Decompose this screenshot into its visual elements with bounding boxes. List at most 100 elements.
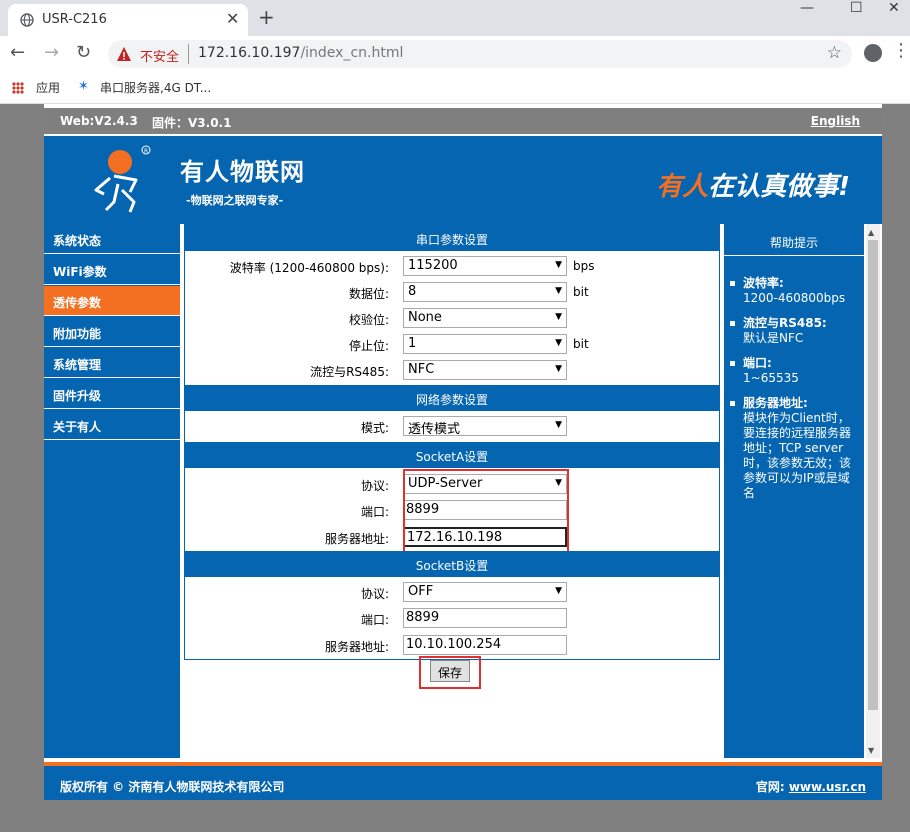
sidebar-item-system[interactable]: 系统管理 xyxy=(44,348,180,378)
stopbits-row: 停止位: 1 bit xyxy=(185,331,719,357)
help-item-text: 模块作为Client时，要连接的远程服务器地址；TCP server时，该参数无… xyxy=(743,411,852,500)
settings-panel: 串口参数设置 波特率 (1200-460800 bps): 115200 bps… xyxy=(184,224,720,660)
apps-icon[interactable] xyxy=(12,82,24,94)
banner: R 有人物联网 -物联网之联网专家- 有人在认真做事! xyxy=(44,136,882,224)
baud-select[interactable]: 115200 xyxy=(403,256,567,276)
site-link[interactable]: www.usr.cn xyxy=(789,780,866,794)
sidebar-item-about[interactable]: 关于有人 xyxy=(44,410,180,440)
help-item-text: 1~65535 xyxy=(743,371,799,385)
config-page: Web:V2.4.3 固件：V3.0.1 English R 有人物联网 -物联… xyxy=(44,104,882,800)
footer: 版权所有 © 济南有人物联网技术有限公司 官网: www.usr.cn xyxy=(44,766,882,800)
baud-label: 波特率 (1200-460800 bps): xyxy=(229,261,389,275)
help-panel: 帮助提示 波特率: 1200-460800bps 流控与RS485: 默认是NF… xyxy=(724,224,864,758)
socketb-protocol-label: 协议: xyxy=(360,587,389,601)
databits-select[interactable]: 8 xyxy=(403,282,567,302)
databits-label: 数据位: xyxy=(348,287,389,301)
scroll-thumb[interactable] xyxy=(868,240,878,710)
logo-figure-icon: R xyxy=(94,145,151,213)
baud-row: 波特率 (1200-460800 bps): 115200 bps xyxy=(185,253,719,279)
minimize-button[interactable]: — xyxy=(800,0,814,16)
help-item-title: 端口: xyxy=(743,356,772,370)
baud-unit: bps xyxy=(573,259,595,273)
copyright-text: 版权所有 © 济南有人物联网技术有限公司 xyxy=(60,780,285,794)
bookmark-item[interactable]: 串口服务器,4G DT... xyxy=(100,79,211,96)
site-label: 官网: xyxy=(755,780,785,794)
address-bar[interactable]: 不安全 172.16.10.197/index_cn.html ☆ xyxy=(108,40,852,68)
parity-label: 校验位: xyxy=(348,313,389,327)
socketb-server-input[interactable]: 10.10.100.254 xyxy=(403,635,567,655)
help-item-title: 流控与RS485: xyxy=(743,316,827,330)
sidebar-item-wifi[interactable]: WiFi参数 xyxy=(44,255,180,285)
socketb-port-input[interactable]: 8899 xyxy=(403,608,567,628)
flow-select[interactable]: NFC xyxy=(403,360,567,380)
motto-part1: 有人 xyxy=(656,172,709,202)
socketb-server-row: 服务器地址: 10.10.100.254 xyxy=(185,632,719,658)
bookmark-favicon-icon: ✶ xyxy=(78,79,89,94)
maximize-button[interactable]: ☐ xyxy=(850,0,863,16)
motto-part2: 在认真做事! xyxy=(708,172,850,202)
globe-icon xyxy=(20,13,34,27)
mode-label: 模式: xyxy=(360,421,389,435)
star-icon[interactable]: ☆ xyxy=(827,43,842,63)
browser-tab[interactable]: USR-C216 ✕ xyxy=(8,4,248,36)
bookmark-apps[interactable]: 应用 xyxy=(36,79,60,96)
help-item-text: 默认是NFC xyxy=(743,331,804,345)
svg-text:R: R xyxy=(144,148,148,155)
socketa-port-label: 端口: xyxy=(360,505,389,519)
help-item-title: 服务器地址: xyxy=(743,396,808,410)
reload-icon[interactable]: ↻ xyxy=(76,42,91,63)
firmware-version: 固件：V3.0.1 xyxy=(152,116,232,130)
url-host: 172.16.10.197 xyxy=(198,45,301,61)
sidebar-item-transparent[interactable]: 透传参数 xyxy=(44,286,180,316)
mode-row: 模式: 透传模式 xyxy=(185,413,719,439)
help-title: 帮助提示 xyxy=(724,224,864,256)
sidebar: 系统状态 WiFi参数 透传参数 附加功能 系统管理 固件升级 关于有人 xyxy=(44,224,180,758)
window-close-button[interactable]: ✕ xyxy=(888,0,900,16)
new-tab-button[interactable]: + xyxy=(258,5,275,29)
brand-slogan: -物联网之联网专家- xyxy=(186,194,284,207)
english-link[interactable]: English xyxy=(811,114,860,128)
network-section-title: 网络参数设置 xyxy=(185,385,719,411)
tab-title: USR-C216 xyxy=(42,12,107,27)
socketb-section-title: SocketB设置 xyxy=(185,551,719,577)
forward-icon[interactable]: → xyxy=(44,42,59,63)
socketb-port-row: 端口: 8899 xyxy=(185,605,719,631)
bullet-icon xyxy=(730,321,735,326)
flow-row: 流控与RS485: NFC xyxy=(185,357,719,383)
sidebar-item-firmware[interactable]: 固件升级 xyxy=(44,379,180,409)
url-path: /index_cn.html xyxy=(300,45,404,61)
parity-select[interactable]: None xyxy=(403,308,567,328)
warning-icon xyxy=(117,47,131,61)
browser-toolbar: ← → ↻ 不安全 172.16.10.197/index_cn.html ☆ … xyxy=(0,36,910,72)
help-item-flow: 流控与RS485: 默认是NFC xyxy=(730,316,858,346)
save-highlight-box xyxy=(419,656,481,689)
mode-select[interactable]: 透传模式 xyxy=(403,416,567,437)
socketb-protocol-select[interactable]: OFF xyxy=(403,582,567,602)
sidebar-item-status[interactable]: 系统状态 xyxy=(44,224,180,254)
tab-close-icon[interactable]: ✕ xyxy=(226,9,239,28)
parity-row: 校验位: None xyxy=(185,305,719,331)
help-scrollbar[interactable]: ▲ ▼ xyxy=(866,224,880,758)
scroll-up-icon[interactable]: ▲ xyxy=(868,228,874,237)
stopbits-label: 停止位: xyxy=(348,339,389,353)
official-site: 官网: www.usr.cn xyxy=(756,778,866,795)
sidebar-item-extra[interactable]: 附加功能 xyxy=(44,317,180,347)
menu-icon[interactable]: ⋮ xyxy=(892,40,910,61)
socketb-server-label: 服务器地址: xyxy=(324,640,389,654)
help-item-port: 端口: 1~65535 xyxy=(730,356,858,386)
stopbits-select[interactable]: 1 xyxy=(403,334,567,354)
bullet-icon xyxy=(730,361,735,366)
bullet-icon xyxy=(730,401,735,406)
url-text[interactable]: 172.16.10.197/index_cn.html xyxy=(198,45,403,61)
help-item-title: 波特率: xyxy=(743,276,784,290)
bullet-icon xyxy=(730,281,735,286)
flow-label: 流控与RS485: xyxy=(310,365,389,379)
socketa-protocol-label: 协议: xyxy=(360,479,389,493)
not-secure-label[interactable]: 不安全 xyxy=(140,46,179,65)
brand-name: 有人物联网 xyxy=(180,158,305,186)
socketb-protocol-row: 协议: OFF xyxy=(185,579,719,605)
url-separator xyxy=(188,44,189,64)
profile-avatar[interactable] xyxy=(864,44,882,62)
back-icon[interactable]: ← xyxy=(10,42,25,63)
scroll-down-icon[interactable]: ▼ xyxy=(868,746,874,755)
